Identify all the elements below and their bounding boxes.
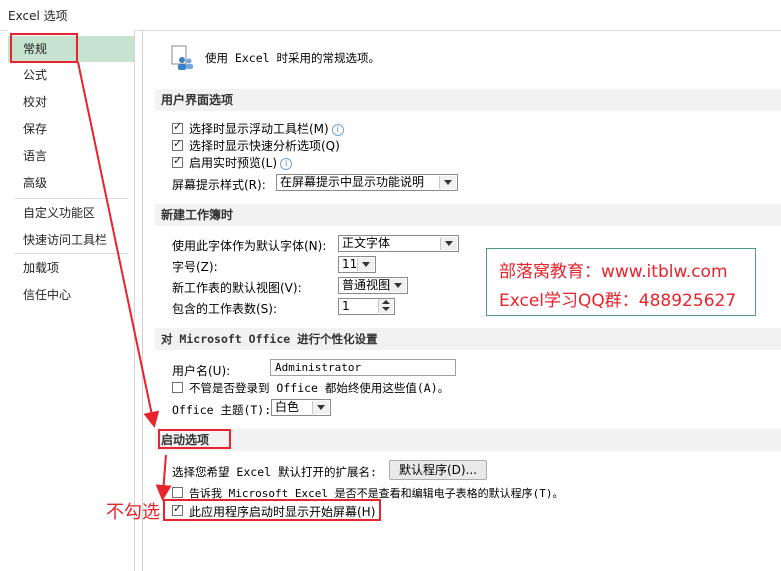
arrow-startup-to-option	[155, 454, 172, 501]
arrow-general-to-startup	[77, 61, 160, 428]
annotation-arrows	[77, 61, 172, 501]
